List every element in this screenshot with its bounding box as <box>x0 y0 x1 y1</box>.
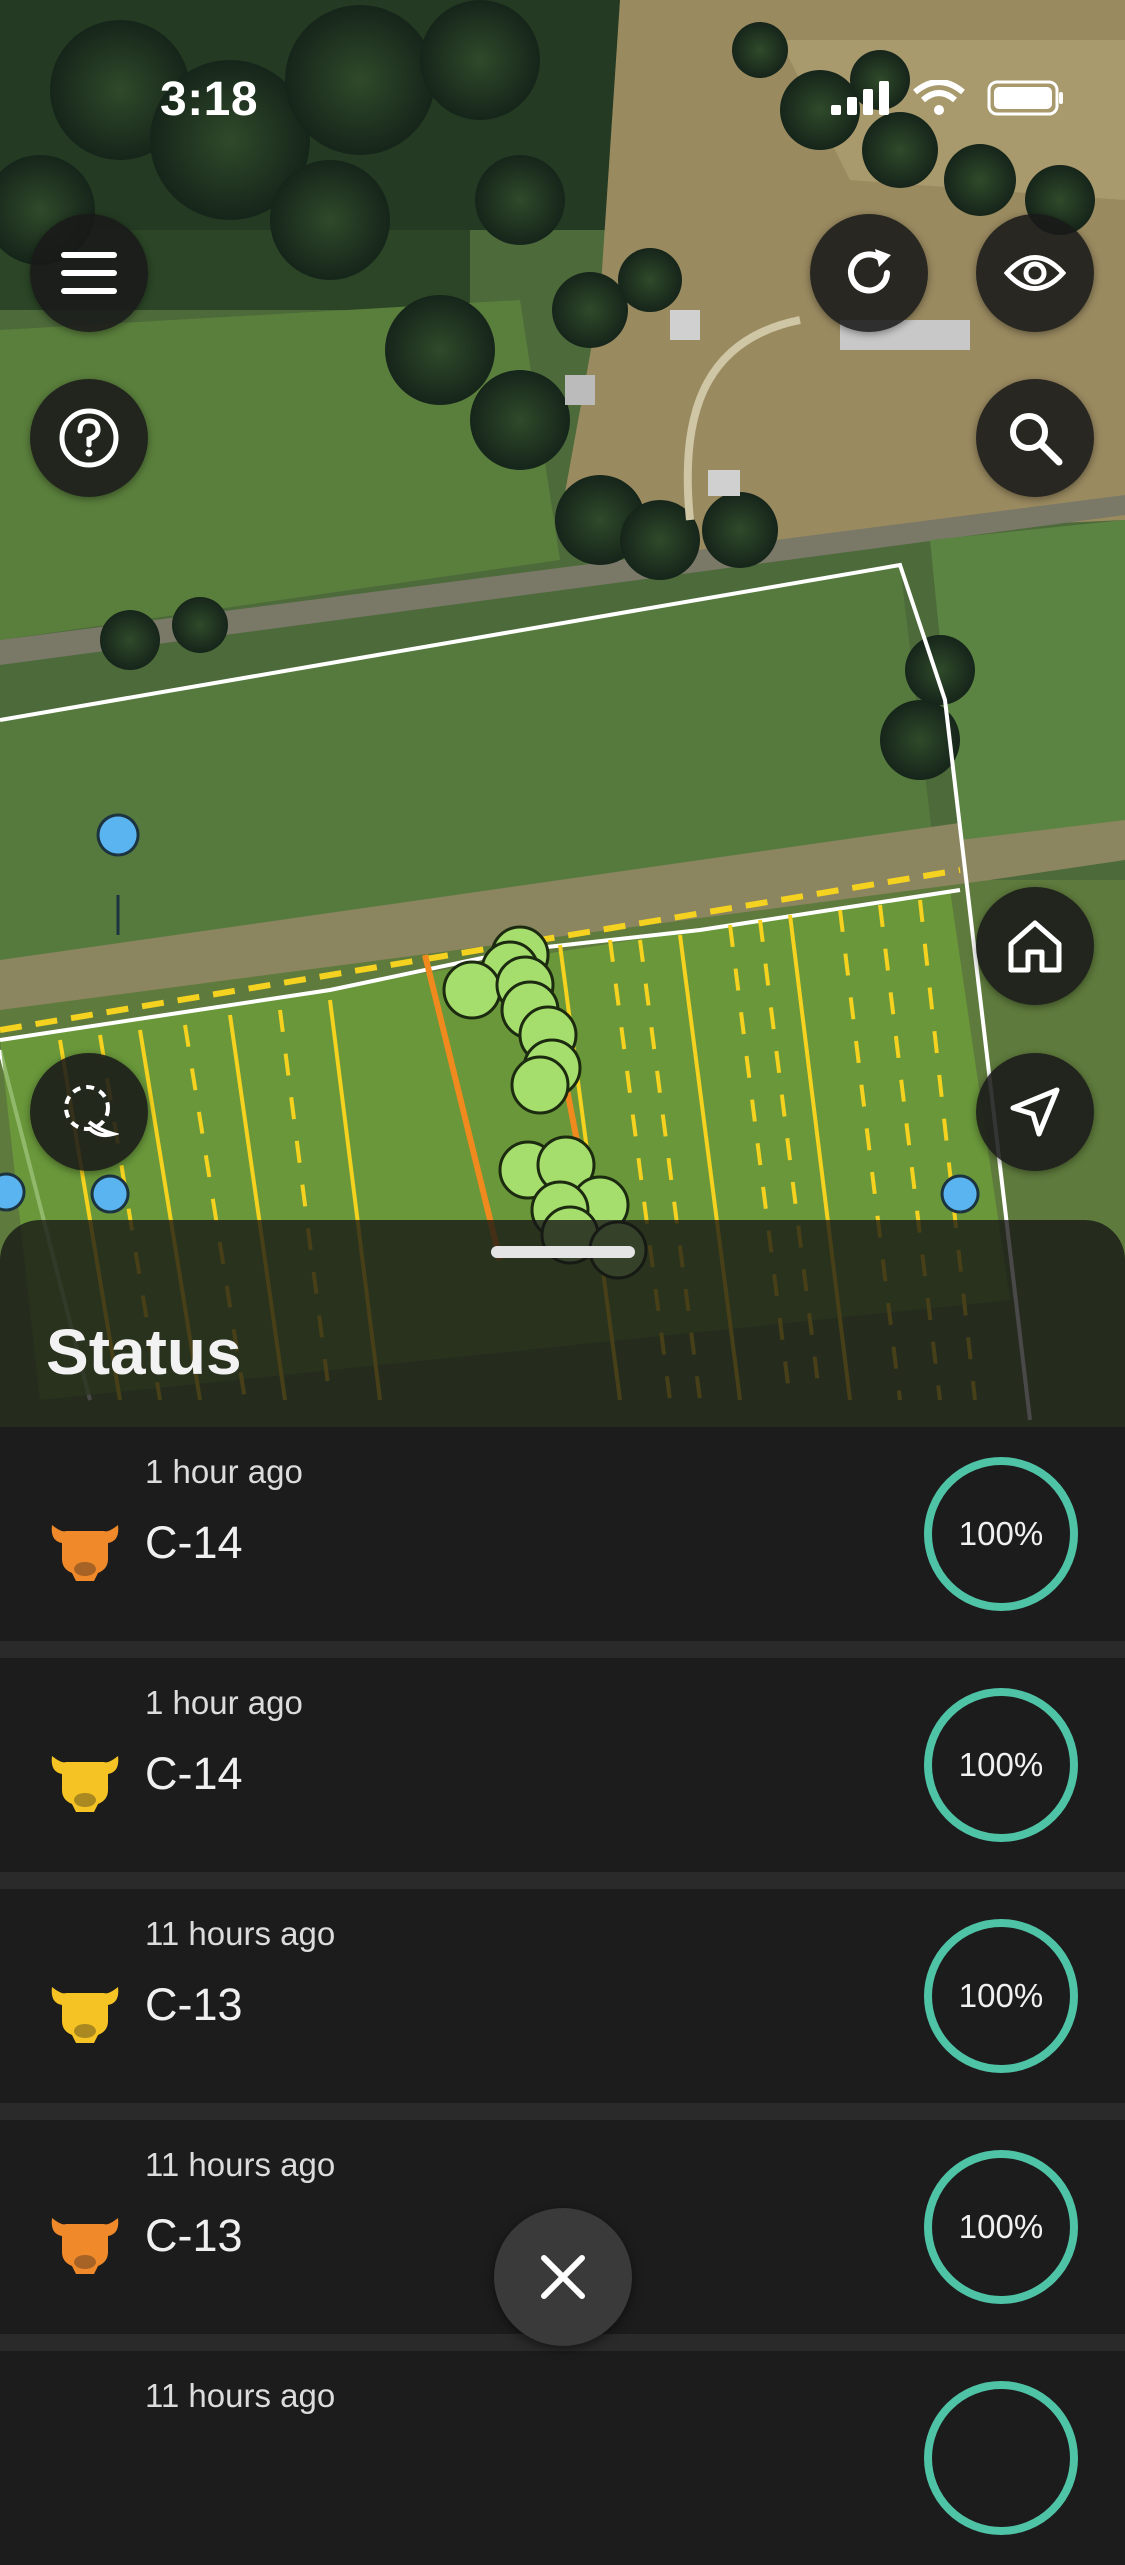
refresh-button[interactable] <box>810 214 928 332</box>
cow-icon <box>51 1987 119 2043</box>
progress-label: 100% <box>958 1746 1044 1783</box>
search-icon <box>1010 413 1063 466</box>
row-separator <box>0 2103 1125 2120</box>
item-time: 11 hours ago <box>145 2377 336 2414</box>
hamburger-icon <box>61 252 117 294</box>
list-item[interactable]: 1 hour ago C-14 100% <box>0 1427 1125 1641</box>
eye-icon <box>1004 255 1066 291</box>
item-time: 1 hour ago <box>145 1453 303 1490</box>
item-name: C-13 <box>145 2210 243 2261</box>
list-item[interactable]: 11 hours ago C-13 100% <box>0 1889 1125 2103</box>
cow-icon <box>51 2218 119 2274</box>
item-time: 11 hours ago <box>145 2146 336 2183</box>
close-button[interactable] <box>494 2208 632 2346</box>
home-icon <box>1008 920 1062 973</box>
progress-ring <box>924 2381 1078 2535</box>
visibility-button[interactable] <box>976 214 1094 332</box>
item-name: C-14 <box>145 1748 243 1799</box>
help-button[interactable] <box>30 379 148 497</box>
sheet-title: Status <box>46 1316 242 1388</box>
progress-label: 100% <box>958 1515 1044 1552</box>
item-time: 1 hour ago <box>145 1684 303 1721</box>
item-time: 11 hours ago <box>145 1915 336 1952</box>
lasso-icon <box>64 1085 119 1138</box>
close-icon <box>541 2255 585 2299</box>
lasso-select-button[interactable] <box>30 1053 148 1171</box>
row-separator <box>0 1641 1125 1658</box>
status-icons <box>831 80 1065 116</box>
progress-label: 100% <box>958 1977 1044 2014</box>
search-button[interactable] <box>976 379 1094 497</box>
cow-icon <box>51 1756 119 1812</box>
cow-icon <box>51 1525 119 1581</box>
drag-handle[interactable] <box>491 1246 635 1258</box>
list-item[interactable]: 1 hour ago C-14 100% <box>0 1658 1125 1872</box>
navigation-arrow-icon <box>1010 1087 1060 1137</box>
item-name: C-14 <box>145 1517 243 1568</box>
progress-label: 100% <box>958 2208 1044 2245</box>
list-item[interactable]: 11 hours ago <box>0 2351 1125 2565</box>
item-name: C-13 <box>145 1979 243 2030</box>
wifi-icon <box>913 80 965 115</box>
row-separator <box>0 1872 1125 1889</box>
refresh-icon <box>848 249 891 294</box>
menu-button[interactable] <box>30 214 148 332</box>
clock: 3:18 <box>160 73 259 126</box>
battery-icon <box>987 80 1063 116</box>
help-circle-icon <box>59 408 119 468</box>
signal-icon <box>831 81 889 115</box>
home-button[interactable] <box>976 887 1094 1005</box>
sheet-header: Status <box>0 1220 1125 1427</box>
locate-button[interactable] <box>976 1053 1094 1171</box>
status-bar: 3:18 <box>0 0 1125 130</box>
